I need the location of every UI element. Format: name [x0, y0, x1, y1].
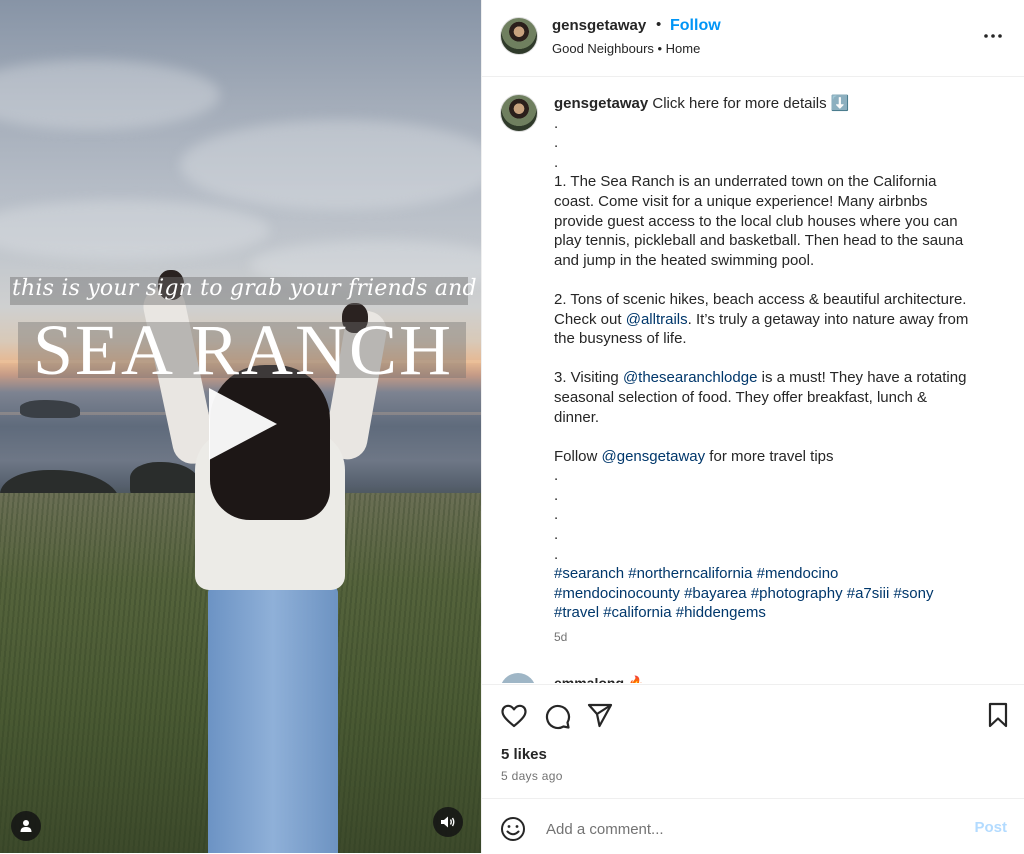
more-options-button[interactable] [981, 24, 1005, 48]
video-caption-title: SEA RANCH [32, 310, 454, 390]
rock [20, 400, 80, 418]
post-comment-button[interactable]: Post [974, 819, 1007, 836]
caption-line: 2. Tons of scenic hikes, beach access & … [554, 290, 967, 308]
caption-line: . [554, 467, 559, 485]
cloud [0, 200, 270, 260]
post-caption: gensgetaway Click here for more details … [554, 94, 1004, 623]
caption-line [554, 349, 1004, 369]
hashtag-link[interactable]: #northerncalifornia [628, 565, 752, 582]
avatar[interactable] [500, 94, 538, 132]
person-icon [20, 820, 32, 832]
action-bar: 5 likes 5 days ago [482, 684, 1024, 799]
hashtag-line: #mendocinocounty #bayarea #photography #… [554, 584, 1004, 604]
caption-text: is a must! They have a rotating [757, 369, 967, 387]
caption-text: for more travel tips [705, 447, 834, 465]
avatar[interactable] [500, 673, 536, 683]
caption-line: 3. Visiting @thesearanchlodge is a must!… [554, 368, 1004, 388]
caption-line: . [554, 506, 559, 524]
hashtag-link[interactable]: #travel [554, 604, 599, 621]
heart-icon[interactable] [500, 702, 528, 730]
separator-dot: • [656, 16, 662, 33]
caption-text: Click here for more details ⬇️ [652, 95, 850, 112]
hashtag-link[interactable]: #a7siii [847, 585, 890, 602]
hashtag-link[interactable]: #photography [751, 585, 843, 602]
cloud [180, 120, 481, 210]
comment-icon[interactable] [543, 702, 571, 730]
caption-line: Check out @alltrails. It’s truly a getaw… [554, 310, 1004, 330]
mention-link[interactable]: @thesearanchlodge [623, 369, 758, 386]
tagged-users-button[interactable] [11, 811, 41, 841]
header-username[interactable]: gensgetaway [552, 17, 646, 34]
cloud [0, 60, 220, 130]
caption-line: 1. The Sea Ranch is an underrated town o… [554, 173, 937, 191]
avatar[interactable] [500, 17, 538, 55]
caption-line: . [554, 114, 559, 132]
caption-line: seasonal selection of food. They offer b… [554, 388, 928, 406]
comments-section[interactable]: gensgetaway Click here for more details … [482, 77, 1024, 683]
add-comment-bar: Post [482, 798, 1024, 854]
caption-text: . It’s truly a getaway into nature away … [687, 310, 969, 328]
caption-line: . [554, 153, 559, 171]
hashtag-link[interactable]: #hiddengems [676, 604, 766, 621]
caption-line: . [554, 545, 559, 563]
hashtag-link[interactable]: #california [603, 604, 671, 621]
caption-line: and jump in the heated swimming pool. [554, 251, 815, 269]
caption-line: coast. Come visit for a unique experienc… [554, 192, 928, 210]
hashtag-link[interactable]: #mendocinocounty [554, 585, 680, 602]
hashtag-line: #searanch #northerncalifornia #mendocino [554, 564, 1004, 584]
caption-line: the busyness of life. [554, 330, 687, 348]
mention-link[interactable]: @alltrails [626, 311, 688, 328]
caption-text: Check out [554, 310, 626, 328]
caption-line: . [554, 134, 559, 152]
person-jeans [208, 585, 338, 853]
bookmark-icon[interactable] [984, 701, 1012, 729]
follow-button[interactable]: Follow [670, 17, 721, 35]
location-label[interactable]: Good Neighbours • Home [552, 41, 700, 56]
likes-count[interactable]: 5 likes [501, 746, 547, 763]
hashtag-link[interactable]: #searanch [554, 565, 624, 582]
caption-line: gensgetaway Click here for more details … [554, 94, 1004, 114]
caption-line: provide guest access to the local club h… [554, 212, 958, 230]
hashtag-link[interactable]: #bayarea [684, 585, 747, 602]
comment-input[interactable] [544, 815, 958, 843]
more-icon [984, 34, 1002, 38]
video-caption-script: this is your sign to grab your friends a… [12, 276, 481, 301]
post-timestamp[interactable]: 5 days ago [501, 769, 563, 783]
post-panel: gensgetaway • Follow Good Neighbours • H… [481, 0, 1024, 853]
caption-line: Follow @gensgetaway for more travel tips [554, 447, 1004, 467]
hashtag-link[interactable]: #mendocino [757, 565, 839, 582]
caption-line: . [554, 486, 559, 504]
mention-link[interactable]: @gensgetaway [602, 448, 706, 465]
post-header: gensgetaway • Follow Good Neighbours • H… [482, 0, 1024, 77]
send-icon[interactable] [586, 701, 614, 729]
caption-line: dinner. [554, 408, 600, 426]
caption-timestamp[interactable]: 5d [554, 630, 567, 644]
caption-line [554, 270, 1004, 290]
caption-line: . [554, 526, 559, 544]
caption-text: Follow [554, 447, 602, 465]
emoji-icon[interactable] [500, 816, 526, 842]
hashtag-link[interactable]: #sony [893, 585, 933, 602]
speaker-icon [441, 816, 455, 828]
caption-line [554, 427, 1004, 447]
caption-line: play tennis, pickleball and basketball. … [554, 232, 964, 250]
caption-text: 3. Visiting [554, 369, 623, 387]
caption-username[interactable]: gensgetaway [554, 95, 648, 112]
audio-toggle-button[interactable] [433, 807, 463, 837]
hashtag-line: #travel #california #hiddengems [554, 603, 1004, 623]
play-icon[interactable] [209, 388, 277, 460]
post-video[interactable]: this is your sign to grab your friends a… [0, 0, 481, 853]
comment-username[interactable]: emmalong 🔥 [554, 675, 645, 683]
